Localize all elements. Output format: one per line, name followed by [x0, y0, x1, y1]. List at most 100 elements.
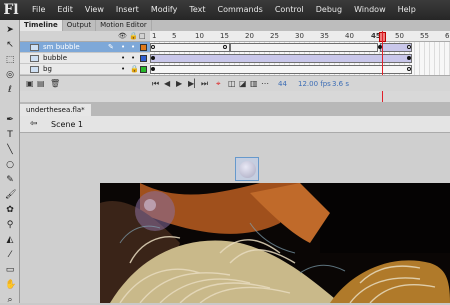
- selection-tool-icon[interactable]: ➤: [5, 25, 15, 35]
- layer-type-icon: [30, 43, 39, 51]
- layer-row-sm-bubble[interactable]: sm bubble ✎ • •: [20, 42, 150, 53]
- tab-timeline[interactable]: Timeline: [20, 20, 63, 31]
- ruler-label: 10: [195, 32, 204, 40]
- hand-tool-icon[interactable]: ✋: [5, 280, 16, 290]
- elapsed-time-readout[interactable]: 3.6 s: [332, 80, 349, 88]
- delete-layer-icon[interactable]: 🗑: [50, 79, 60, 88]
- oval-tool-icon[interactable]: ○: [5, 160, 15, 170]
- ruler-label: 55: [420, 32, 429, 40]
- onion-outline-icon[interactable]: ◪: [239, 79, 247, 88]
- sm-bubble-frames-span[interactable]: [150, 43, 230, 52]
- ruler-label: 15: [220, 32, 229, 40]
- lasso-tool-icon[interactable]: ℓ: [5, 85, 15, 95]
- menu-text[interactable]: Text: [183, 0, 211, 20]
- ruler-label: 5: [172, 32, 177, 40]
- layer-type-icon: [30, 54, 39, 62]
- eraser-tool-icon[interactable]: ▭: [5, 265, 15, 275]
- keyframe-empty[interactable]: [151, 45, 155, 49]
- keyframe[interactable]: [151, 56, 155, 60]
- tools-panel: ➤ ↖ ⬚ ◎ ℓ ✒ T ╲ ○ ✎ 🖌 ✿ ⚲ ◭ ⁄ ▭ ✋ ⌕: [0, 20, 20, 305]
- ruler-label: 40: [345, 32, 354, 40]
- text-tool-icon[interactable]: T: [5, 130, 15, 140]
- pen-tool-icon[interactable]: ✒: [5, 115, 15, 125]
- sm-bubble-empty-span[interactable]: [230, 43, 378, 52]
- menu-debug[interactable]: Debug: [310, 0, 348, 20]
- frame-ruler[interactable]: 1 5 10 15 20 25 30 35 40 45 50 55 60: [150, 31, 450, 42]
- frame-rate-readout[interactable]: 12.00 fps: [298, 80, 331, 88]
- free-transform-tool-icon[interactable]: ⬚: [5, 55, 15, 65]
- lock-icon[interactable]: 🔒: [129, 32, 138, 40]
- current-frame-readout[interactable]: 44: [278, 80, 287, 88]
- layer-row-bg[interactable]: bg • 🔒: [20, 64, 150, 75]
- modify-markers-icon[interactable]: ⋯: [261, 79, 269, 88]
- play-icon[interactable]: ▶: [176, 79, 182, 88]
- tab-motion-editor[interactable]: Motion Editor: [96, 20, 152, 31]
- tab-output[interactable]: Output: [63, 20, 97, 31]
- keyframe-empty[interactable]: [407, 67, 411, 71]
- first-frame-icon[interactable]: ⏮: [152, 79, 159, 89]
- ruler-label: 50: [395, 32, 404, 40]
- ruler-label: 35: [320, 32, 329, 40]
- eyedropper-tool-icon[interactable]: ⁄: [5, 250, 15, 260]
- document-tab[interactable]: underthesea.fla*: [20, 104, 91, 116]
- zoom-tool-icon[interactable]: ⌕: [5, 295, 15, 305]
- keyframe-empty[interactable]: [407, 45, 411, 49]
- visibility-dot[interactable]: •: [121, 65, 125, 73]
- subselection-tool-icon[interactable]: ↖: [5, 40, 15, 50]
- bg-frames-span[interactable]: [150, 65, 412, 74]
- brush-tool-icon[interactable]: 🖌: [5, 190, 16, 200]
- pencil-tool-icon[interactable]: ✎: [5, 175, 15, 185]
- center-frame-icon[interactable]: ⌖: [216, 79, 221, 89]
- keyframe-empty[interactable]: [223, 45, 227, 49]
- panel-tabs: Timeline Output Motion Editor: [20, 20, 450, 31]
- eye-icon[interactable]: 👁: [118, 32, 127, 40]
- step-back-icon[interactable]: ◀: [164, 79, 170, 88]
- visibility-dot[interactable]: •: [121, 43, 125, 51]
- bubble-tween-span[interactable]: [150, 54, 412, 63]
- edit-multiple-frames-icon[interactable]: ▥: [250, 79, 258, 88]
- layer-color-swatch[interactable]: [140, 55, 147, 62]
- bubble-graphic: [239, 161, 256, 178]
- lock-dot[interactable]: •: [131, 43, 135, 51]
- timeline-controls: ▣ ▤ 🗑 ⏮ ◀ ▶ ▶▏ ⏭ ⌖ ◫ ◪ ▥ ⋯ 44 12.00 fps …: [20, 75, 450, 91]
- new-layer-icon[interactable]: ▣: [26, 79, 34, 88]
- visibility-dot[interactable]: •: [121, 54, 125, 62]
- lock-dot[interactable]: •: [131, 54, 135, 62]
- onion-skin-icon[interactable]: ◫: [228, 79, 236, 88]
- layer-type-icon: [30, 65, 39, 73]
- ruler-label: 60: [445, 32, 450, 40]
- menu-insert[interactable]: Insert: [110, 0, 145, 20]
- scene-label[interactable]: Scene 1: [51, 120, 83, 129]
- menu-modify[interactable]: Modify: [145, 0, 184, 20]
- menu-commands[interactable]: Commands: [212, 0, 269, 20]
- line-tool-icon[interactable]: ╲: [5, 145, 15, 155]
- menu-file[interactable]: File: [26, 0, 51, 20]
- menu-window[interactable]: Window: [348, 0, 392, 20]
- bone-tool-icon[interactable]: ⚲: [5, 220, 15, 230]
- menu-edit[interactable]: Edit: [51, 0, 79, 20]
- playhead-line[interactable]: [382, 31, 383, 102]
- back-arrow-icon[interactable]: ⇦: [30, 119, 38, 129]
- menu-control[interactable]: Control: [269, 0, 310, 20]
- paint-bucket-tool-icon[interactable]: ◭: [5, 235, 15, 245]
- layer-color-swatch[interactable]: [140, 44, 147, 51]
- outline-icon[interactable]: □: [139, 32, 146, 40]
- menu-view[interactable]: View: [79, 0, 110, 20]
- keyframe[interactable]: [151, 67, 155, 71]
- pencil-icon: ✎: [108, 43, 114, 51]
- lock-icon[interactable]: 🔒: [130, 65, 139, 73]
- sm-bubble-instance[interactable]: [235, 157, 259, 181]
- new-folder-icon[interactable]: ▤: [37, 79, 45, 88]
- frame-grid[interactable]: [150, 42, 450, 75]
- keyframe[interactable]: [407, 56, 411, 60]
- edit-bar: ⇦ Scene 1: [20, 116, 450, 133]
- layer-row-bubble[interactable]: bubble • •: [20, 53, 150, 64]
- step-forward-icon[interactable]: ▶▏: [188, 79, 200, 88]
- 3d-rotation-tool-icon[interactable]: ◎: [5, 70, 15, 80]
- last-frame-icon[interactable]: ⏭: [201, 79, 208, 89]
- layer-color-swatch[interactable]: [140, 66, 147, 73]
- ruler-label: 25: [270, 32, 279, 40]
- background-photo[interactable]: [100, 183, 450, 303]
- menu-help[interactable]: Help: [392, 0, 422, 20]
- deco-tool-icon[interactable]: ✿: [5, 205, 15, 215]
